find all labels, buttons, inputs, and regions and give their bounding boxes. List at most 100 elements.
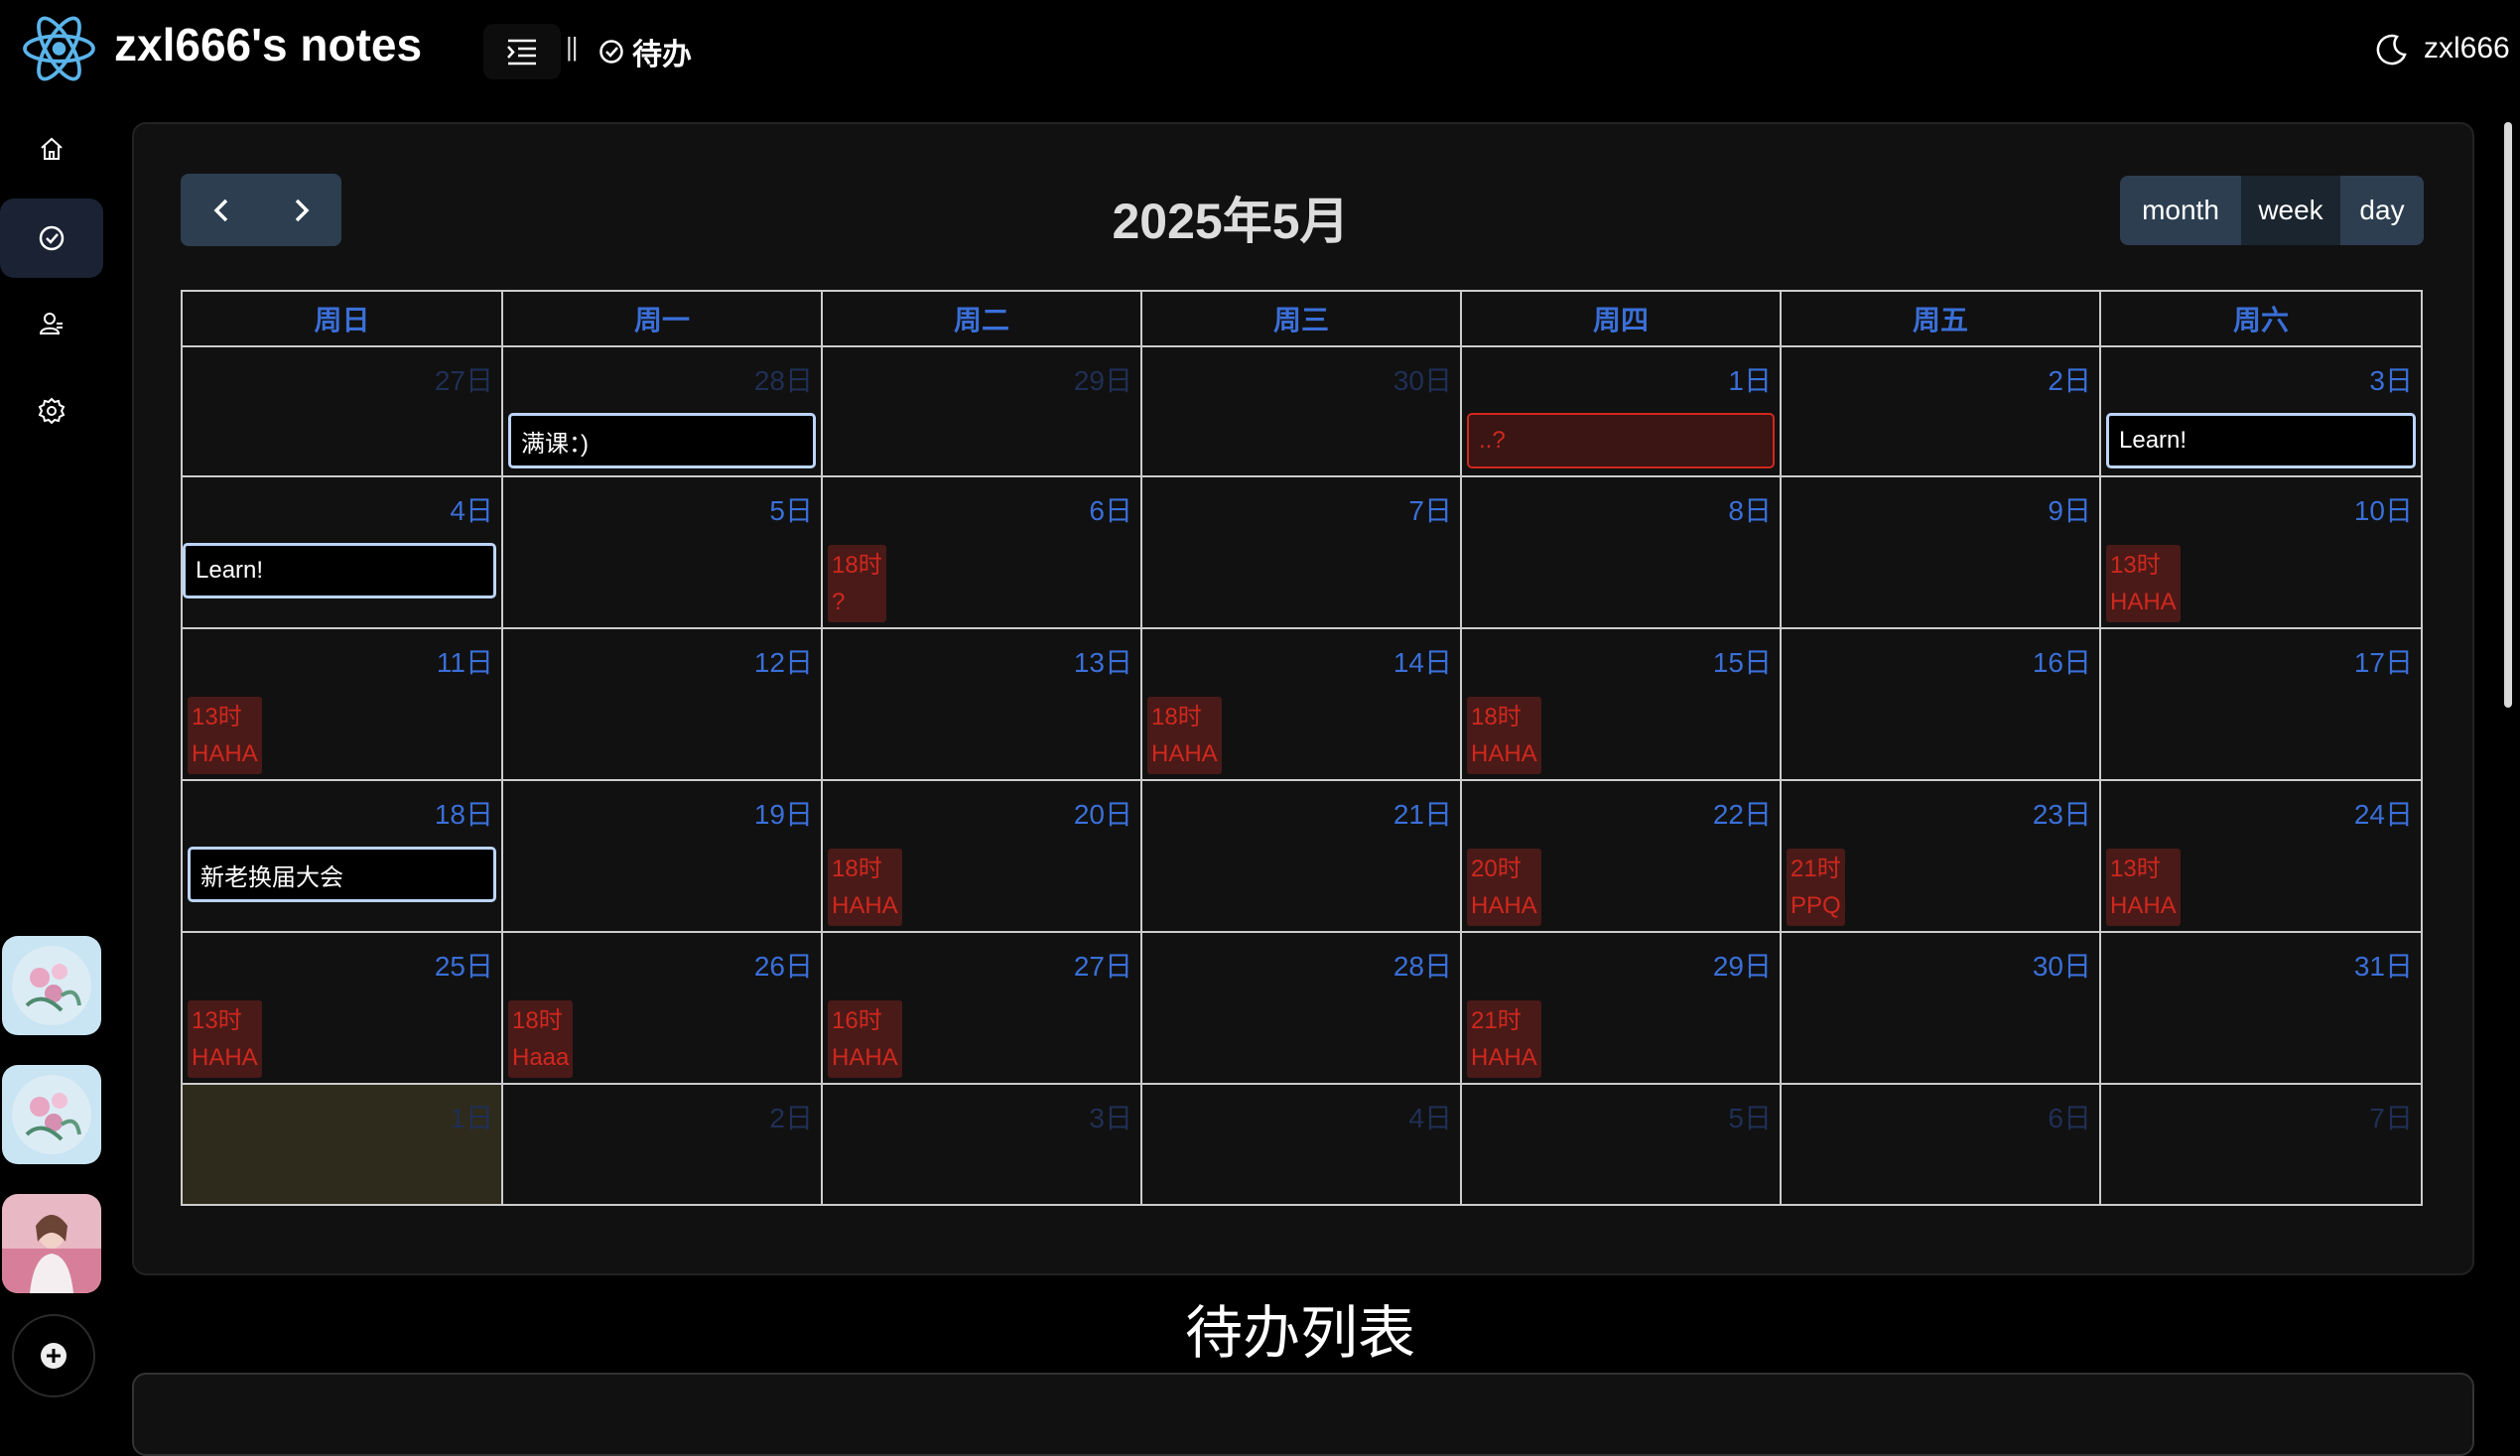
day-cell[interactable]: 29日 21时 HAHA: [1462, 931, 1782, 1083]
day-cell[interactable]: 6日 18时?: [823, 475, 1142, 627]
day-cell[interactable]: 15日 18时 HAHA: [1462, 627, 1782, 779]
day-cell[interactable]: 9日: [1782, 475, 2101, 627]
day-cell[interactable]: 24日 13时 HAHA: [2101, 779, 2421, 931]
day-cell[interactable]: 5日: [503, 475, 823, 627]
event-item[interactable]: 18时 HAHA: [1147, 697, 1222, 774]
page-scrollbar[interactable]: [2504, 122, 2512, 708]
event-item[interactable]: 16时 HAHA: [828, 1000, 902, 1078]
day-cell-today[interactable]: 1日: [183, 1083, 503, 1204]
avatar-flower-1[interactable]: [2, 936, 101, 1035]
day-cell[interactable]: 20日 18时 HAHA: [823, 779, 1142, 931]
flower-image-icon: [2, 1065, 101, 1164]
avatar-flower-2[interactable]: [2, 1065, 101, 1164]
event-item[interactable]: 13时 HAHA: [2106, 545, 2181, 622]
event-block[interactable]: 满课：): [508, 413, 816, 468]
day-cell[interactable]: 28日: [1142, 931, 1462, 1083]
day-cell[interactable]: 7日: [1142, 475, 1462, 627]
view-month-button[interactable]: month: [2120, 176, 2241, 245]
event-block[interactable]: ..?: [1467, 413, 1775, 468]
event-title: ?: [832, 589, 846, 615]
day-cell[interactable]: 2日: [1782, 345, 2101, 475]
event-time: 13时: [2110, 552, 2161, 579]
flower-image-icon: [2, 936, 101, 1035]
day-cell[interactable]: 8日: [1462, 475, 1782, 627]
event-item[interactable]: 13时 HAHA: [188, 697, 262, 774]
day-number: 24日: [2353, 799, 2413, 830]
event-time: 16时: [832, 1007, 882, 1034]
day-number: 6日: [1089, 495, 1132, 526]
event-title: HAHA: [2110, 589, 2177, 615]
day-number: 4日: [1408, 1103, 1452, 1133]
event-time: 13时: [192, 704, 242, 730]
day-cell[interactable]: 7日: [2101, 1083, 2421, 1204]
day-cell[interactable]: 4日 Learn!: [183, 475, 503, 627]
event-item[interactable]: 18时 Haaa: [508, 1000, 574, 1078]
event-item[interactable]: 18时?: [828, 545, 886, 622]
day-cell[interactable]: 14日 18时 HAHA: [1142, 627, 1462, 779]
day-cell[interactable]: 3日 Learn!: [2101, 345, 2421, 475]
day-number: 15日: [1712, 647, 1772, 678]
event-item[interactable]: 20时 HAHA: [1467, 849, 1541, 926]
day-cell[interactable]: 26日 18时 Haaa: [503, 931, 823, 1083]
sidebar-item-todo[interactable]: [0, 199, 103, 278]
view-week-button[interactable]: week: [2241, 176, 2340, 245]
next-month-button[interactable]: [261, 174, 341, 246]
event-item[interactable]: 18时 HAHA: [828, 849, 902, 926]
menu-toggle-button[interactable]: [483, 24, 561, 79]
day-cell[interactable]: 30日: [1782, 931, 2101, 1083]
event-block[interactable]: Learn!: [2106, 413, 2416, 468]
sidebar-item-user[interactable]: [0, 284, 103, 363]
day-cell[interactable]: 17日: [2101, 627, 2421, 779]
event-block[interactable]: Learn!: [183, 543, 496, 598]
day-cell[interactable]: 31日: [2101, 931, 2421, 1083]
user-name[interactable]: zxl666: [2424, 32, 2510, 66]
event-item[interactable]: 13时 HAHA: [2106, 849, 2181, 926]
day-cell[interactable]: 4日: [1142, 1083, 1462, 1204]
day-cell[interactable]: 25日 13时 HAHA: [183, 931, 503, 1083]
day-cell[interactable]: 3日: [823, 1083, 1142, 1204]
day-cell[interactable]: 22日 20时 HAHA: [1462, 779, 1782, 931]
event-item[interactable]: 21时 PPQ: [1787, 849, 1845, 926]
event-item[interactable]: 21时 HAHA: [1467, 1000, 1541, 1078]
weekday-header: 周一: [503, 292, 823, 345]
day-cell[interactable]: 28日 满课：): [503, 345, 823, 475]
day-number: 14日: [1393, 647, 1452, 678]
day-cell[interactable]: 11日 13时 HAHA: [183, 627, 503, 779]
day-cell[interactable]: 23日 21时 PPQ: [1782, 779, 2101, 931]
day-cell[interactable]: 19日: [503, 779, 823, 931]
avatar-portrait[interactable]: [2, 1194, 101, 1293]
event-item[interactable]: 18时 HAHA: [1467, 697, 1541, 774]
day-cell[interactable]: 10日 13时 HAHA: [2101, 475, 2421, 627]
day-cell[interactable]: 6日: [1782, 1083, 2101, 1204]
day-cell[interactable]: 2日: [503, 1083, 823, 1204]
moon-icon[interactable]: [2375, 33, 2409, 66]
day-cell[interactable]: 18日 新老换届大会: [183, 779, 503, 931]
event-block[interactable]: 新老换届大会: [188, 847, 496, 902]
event-title: HAHA: [192, 1044, 258, 1071]
home-icon: [41, 137, 63, 160]
sidebar-item-home[interactable]: [0, 109, 103, 189]
day-cell[interactable]: 12日: [503, 627, 823, 779]
add-button[interactable]: [12, 1314, 95, 1397]
app-title[interactable]: zxl666's notes: [114, 18, 422, 71]
day-cell[interactable]: 27日: [183, 345, 503, 475]
day-cell[interactable]: 13日: [823, 627, 1142, 779]
day-cell[interactable]: 5日: [1462, 1083, 1782, 1204]
day-cell[interactable]: 21日: [1142, 779, 1462, 931]
day-number: 6日: [2048, 1103, 2091, 1133]
day-cell[interactable]: 16日: [1782, 627, 2101, 779]
view-day-button[interactable]: day: [2340, 176, 2424, 245]
react-logo-icon[interactable]: [22, 15, 96, 82]
calendar-grid: 周日 周一 周二 周三 周四 周五 周六 27日 28日 满课：) 29日 30…: [181, 290, 2423, 1206]
day-cell[interactable]: 1日 ..?: [1462, 345, 1782, 475]
day-cell[interactable]: 27日 16时 HAHA: [823, 931, 1142, 1083]
day-cell[interactable]: 29日: [823, 345, 1142, 475]
day-number: 2日: [769, 1103, 813, 1133]
event-time: 18时: [832, 856, 882, 882]
event-item[interactable]: 13时 HAHA: [188, 1000, 262, 1078]
day-cell[interactable]: 30日: [1142, 345, 1462, 475]
day-number: 1日: [450, 1103, 493, 1133]
prev-month-button[interactable]: [181, 174, 261, 246]
sidebar-item-settings[interactable]: [0, 371, 103, 451]
day-number: 12日: [753, 647, 813, 678]
